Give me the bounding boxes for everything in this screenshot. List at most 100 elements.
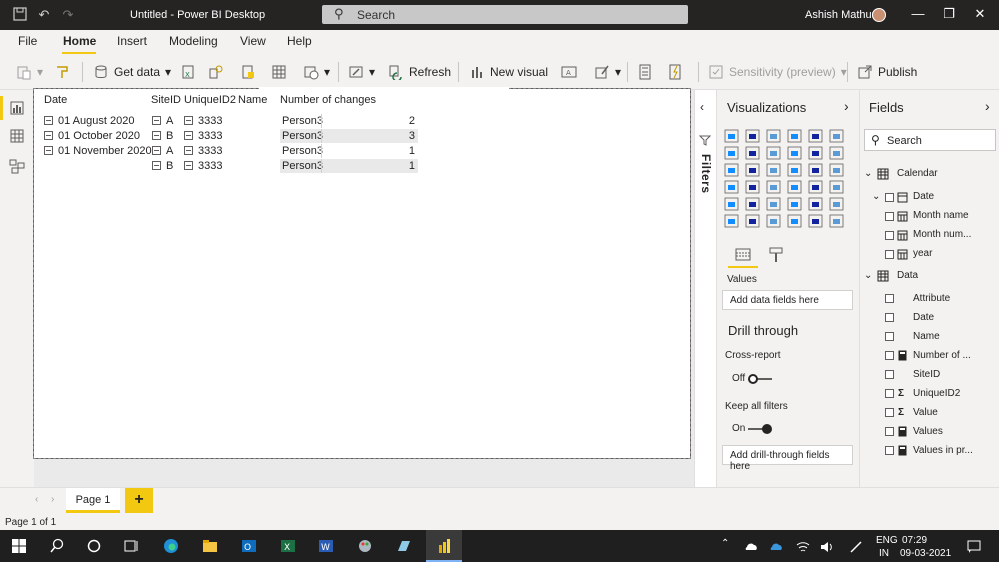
new-measure-button[interactable]: [637, 63, 653, 81]
paint-roller-icon[interactable]: [768, 247, 784, 263]
notifications-icon[interactable]: [966, 538, 982, 554]
new-visual-button[interactable]: New visual: [469, 63, 548, 81]
collapse-icon[interactable]: [184, 161, 193, 170]
stacked-column-icon[interactable]: [745, 129, 760, 143]
scatter-icon[interactable]: [766, 163, 781, 177]
clustered-column-icon[interactable]: [787, 129, 802, 143]
collapse-icon[interactable]: [184, 116, 193, 125]
excel-button[interactable]: X: [180, 63, 196, 81]
collapse-icon[interactable]: [152, 161, 161, 170]
checkbox[interactable]: [885, 332, 894, 341]
onedrive-business-icon[interactable]: [768, 539, 784, 555]
chevron-down-icon[interactable]: ⌄: [864, 168, 872, 180]
search-icon[interactable]: [49, 538, 65, 554]
checkbox[interactable]: [885, 446, 894, 455]
field-value[interactable]: Value: [913, 407, 938, 419]
shape-map-icon[interactable]: [766, 180, 781, 194]
publish-button[interactable]: Publish: [857, 63, 917, 81]
r-visual-icon[interactable]: [808, 197, 823, 211]
windows-start-icon[interactable]: [11, 538, 27, 554]
paste-button[interactable]: ▾: [16, 63, 43, 81]
datasets-button[interactable]: [208, 63, 224, 81]
100-column-icon[interactable]: [829, 129, 844, 143]
model-view-icon[interactable]: [9, 158, 25, 174]
field-attribute[interactable]: Attribute: [913, 293, 950, 305]
transform-data-button[interactable]: ▾: [348, 63, 375, 81]
table-row[interactable]: Person3 2: [280, 114, 418, 128]
task-view-icon[interactable]: [123, 538, 139, 554]
chevron-down-icon[interactable]: ⌄: [872, 191, 880, 203]
menu-file[interactable]: File: [18, 34, 37, 48]
column-header-date[interactable]: Date: [44, 94, 67, 106]
volume-icon[interactable]: [819, 539, 835, 555]
stacked-bar-icon[interactable]: [724, 129, 739, 143]
field-month-number[interactable]: Month num...: [913, 229, 971, 241]
field-uniqueid2[interactable]: UniqueID2: [913, 388, 960, 400]
chevron-down-icon[interactable]: ⌄: [864, 270, 872, 282]
get-data-button[interactable]: Get data ▾: [93, 63, 171, 81]
checkbox[interactable]: [885, 231, 894, 240]
refresh-button[interactable]: Refresh: [388, 63, 451, 81]
table-calendar[interactable]: Calendar: [897, 168, 938, 180]
chevron-up-icon[interactable]: ⌃: [721, 538, 729, 549]
checkbox[interactable]: [885, 370, 894, 379]
ribbon-chart-icon[interactable]: [829, 146, 844, 160]
checkbox[interactable]: [885, 351, 894, 360]
field-name[interactable]: Name: [913, 331, 940, 343]
collapse-icon[interactable]: [44, 146, 53, 155]
collapse-icon[interactable]: [184, 131, 193, 140]
pen-icon[interactable]: [848, 539, 864, 555]
smart-narrative-icon[interactable]: [787, 214, 802, 228]
chevron-right-icon[interactable]: ›: [985, 98, 990, 114]
key-influencers-icon[interactable]: [724, 214, 739, 228]
table-visual-icon[interactable]: [766, 197, 781, 211]
redo-icon[interactable]: ↷: [60, 7, 76, 23]
fields-well-icon[interactable]: [735, 247, 751, 263]
sql-button[interactable]: [240, 63, 256, 81]
filters-pane-collapsed[interactable]: ‹ Filters: [694, 90, 716, 516]
quick-measure-button[interactable]: [667, 63, 683, 81]
collapse-icon[interactable]: [44, 131, 53, 140]
decomposition-tree-icon[interactable]: [745, 214, 760, 228]
values-drop-zone[interactable]: Add data fields here: [722, 290, 853, 310]
title-search-box[interactable]: ⚲ Search: [322, 5, 688, 24]
fields-search-input[interactable]: ⚲ Search: [864, 129, 996, 151]
checkbox[interactable]: [885, 408, 894, 417]
cross-report-toggle[interactable]: [748, 374, 758, 384]
stacked-area-icon[interactable]: [766, 146, 781, 160]
prev-page-icon[interactable]: ‹: [35, 494, 38, 505]
collapse-icon[interactable]: [184, 146, 193, 155]
field-date-hierarchy[interactable]: Date: [913, 191, 934, 203]
menu-home[interactable]: Home: [63, 34, 96, 48]
clock-time[interactable]: 07:29: [902, 535, 927, 546]
funnel-icon[interactable]: [745, 163, 760, 177]
column-header-name[interactable]: Name: [238, 94, 267, 106]
treemap-icon[interactable]: [829, 163, 844, 177]
collapse-icon[interactable]: [152, 146, 161, 155]
matrix-visual-icon[interactable]: [787, 197, 802, 211]
data-view-icon[interactable]: [9, 128, 25, 144]
card-icon[interactable]: [808, 180, 823, 194]
field-month-name[interactable]: Month name: [913, 210, 969, 222]
line-chart-icon[interactable]: [724, 146, 739, 160]
excel-icon[interactable]: X: [280, 538, 296, 554]
restore-icon[interactable]: ❐: [941, 6, 957, 22]
checkbox[interactable]: [885, 250, 894, 259]
collapse-icon[interactable]: [44, 116, 53, 125]
more-visuals-button[interactable]: ▾: [594, 63, 621, 81]
avatar[interactable]: [872, 8, 886, 22]
checkbox[interactable]: [885, 427, 894, 436]
column-header-number-of-changes[interactable]: Number of changes: [280, 94, 376, 106]
user-name[interactable]: Ashish Mathur: [805, 9, 875, 21]
map-icon[interactable]: [724, 180, 739, 194]
table-row[interactable]: Person3 3: [280, 129, 418, 143]
collapse-icon[interactable]: [152, 116, 161, 125]
language-label[interactable]: ENG: [876, 535, 898, 546]
enter-data-button[interactable]: [271, 63, 287, 81]
qa-visual-icon[interactable]: [766, 214, 781, 228]
menu-modeling[interactable]: Modeling: [169, 34, 218, 48]
wifi-icon[interactable]: [795, 539, 811, 555]
word-icon[interactable]: W: [318, 538, 334, 554]
100-bar-icon[interactable]: [808, 129, 823, 143]
clock-date[interactable]: 09-03-2021: [900, 548, 951, 559]
